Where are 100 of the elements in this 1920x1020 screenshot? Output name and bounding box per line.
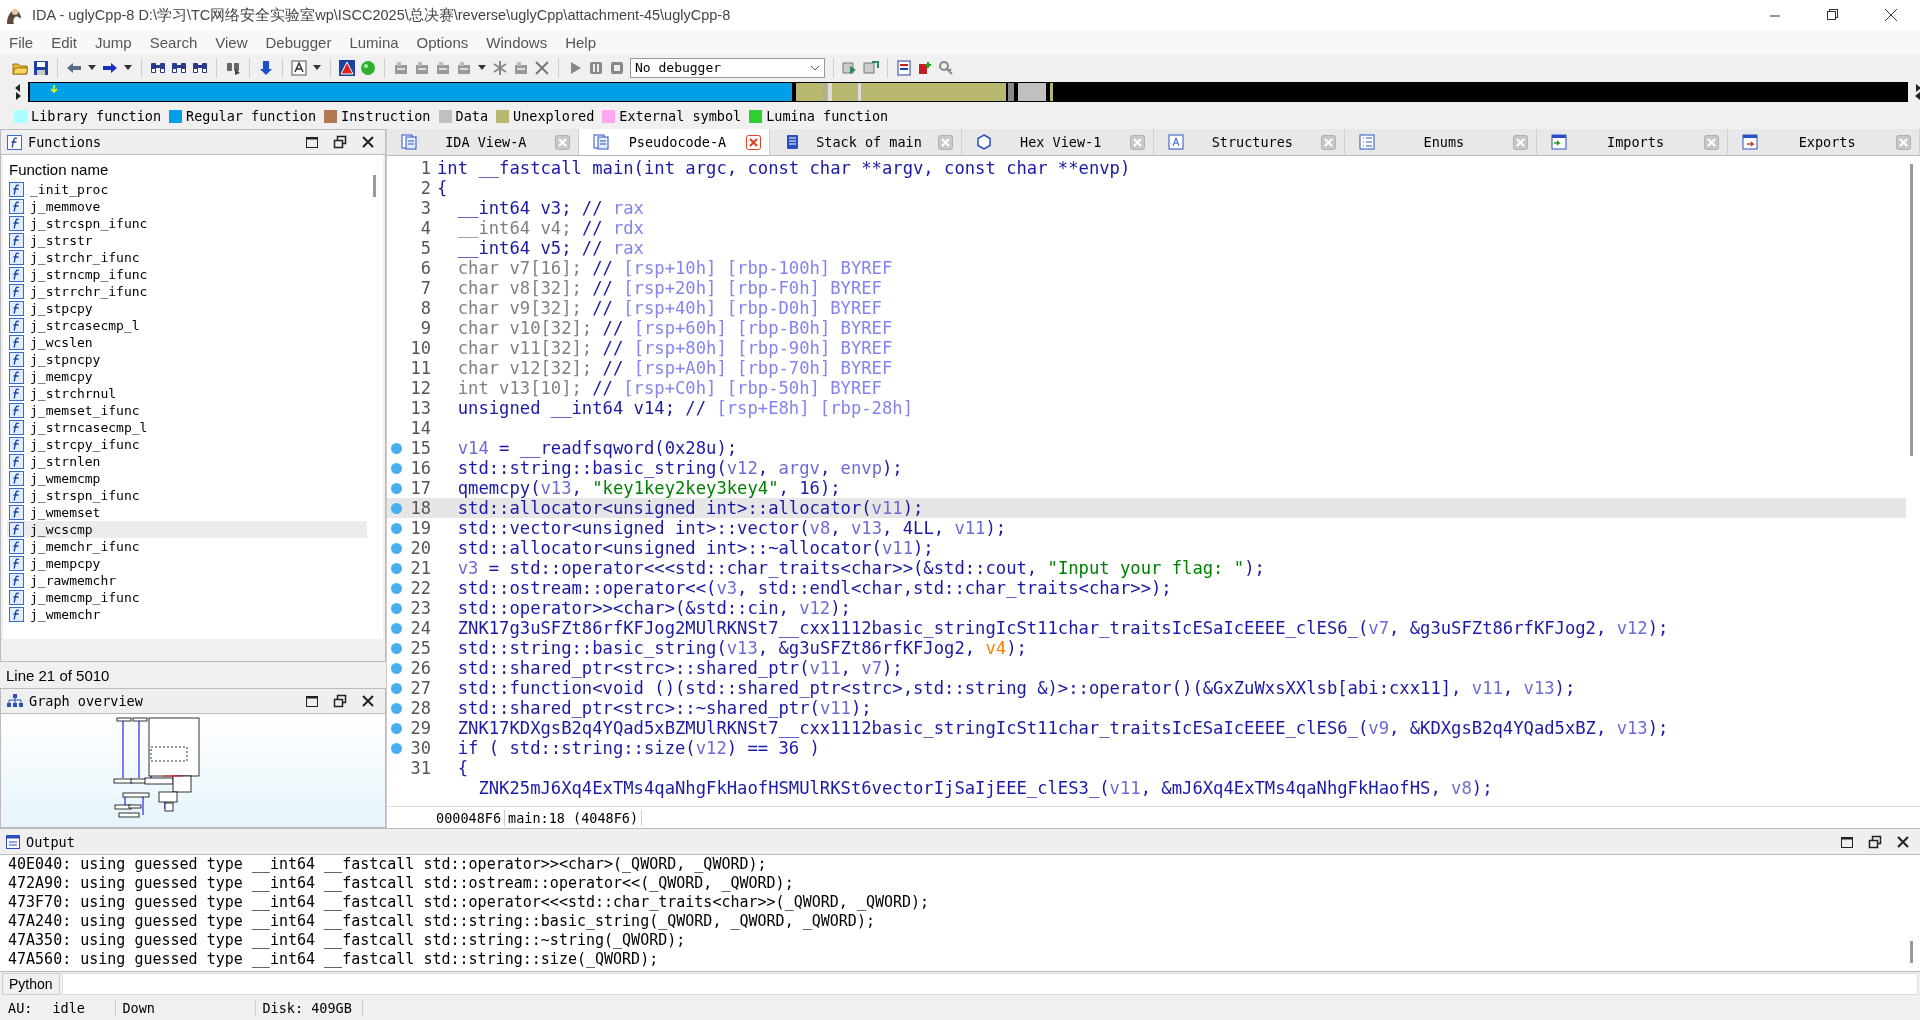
tab[interactable]: Pseudocode-A [578,129,771,155]
breakpoint-dot[interactable] [391,442,402,454]
function-item[interactable]: j_wmemchr [7,606,367,623]
function-item[interactable]: j_strchrnul [7,385,367,402]
breakpoint-dot[interactable] [391,682,402,694]
code-line[interactable]: __int64 v3; // rax [433,198,644,218]
code-line[interactable]: __int64 v4; // rdx [433,218,644,238]
code-line[interactable]: char v11[32]; // [rsp+80h] [rbp-90h] BYREF [433,338,893,358]
breakpoint-dot[interactable] [391,602,402,614]
close-icon[interactable] [1884,8,1898,22]
menu-item[interactable]: Help [556,33,605,51]
code-line[interactable]: std::string::basic_string(v12, argv, envp); [433,458,903,478]
code-line[interactable]: std::operator>><char>(&std::cin, v12); [433,598,851,618]
restore-icon[interactable] [1826,8,1840,22]
breakpoint-dot[interactable] [391,742,402,754]
debug-icon[interactable] [842,59,858,76]
navigation-band[interactable] [28,82,1908,102]
tool-icon[interactable] [414,59,430,76]
code-line[interactable]: std::shared_ptr<strc>::shared_ptr(v11, v7); [433,658,903,678]
tool-icon[interactable] [456,59,472,76]
function-item[interactable]: j_strcspn_ifunc [7,215,367,232]
function-item[interactable]: j_wmemset [7,504,367,521]
function-item[interactable]: j_memcpy [7,368,367,385]
code-line[interactable]: ZNK17KDXgsB2q4YQad5xBZMUlRKNSt7__cxx1112basic_stringIcSt11char_traitsIcESaIcEEEE_clES6_(v9, &KDXgsB2q4YQad5xBZ, v13); [433,718,1669,738]
scrollbar-thumb[interactable] [1910,941,1913,963]
attach-icon[interactable] [863,59,879,76]
code-line[interactable]: int v13[10]; // [rsp+C0h] [rbp-50h] BYREF [433,378,882,398]
function-item[interactable]: j_memchr_ifunc [7,538,367,555]
code-line[interactable]: { [433,758,469,778]
function-item[interactable]: j_memmove [7,198,367,215]
stop-icon[interactable] [609,59,625,76]
code-line[interactable]: char v8[32]; // [rsp+20h] [rbp-F0h] BYREF [433,278,882,298]
code-line[interactable]: int __fastcall main(int argc, const char **argv, const char **envp) [433,158,1131,178]
breakpoint-dot[interactable] [391,722,402,734]
code-line[interactable]: qmemcpy(v13, "key1key2key3key4", 16); [433,478,841,498]
code-line[interactable]: char v7[16]; // [rsp+10h] [rbp-100h] BYREF [433,258,893,278]
function-item[interactable]: j_strncmp_ifunc [7,266,367,283]
menu-item[interactable]: Edit [42,33,87,51]
function-item[interactable]: j_strcasecmp_l [7,317,367,334]
cross-icon[interactable] [534,59,550,76]
breakpoint-dot[interactable] [391,462,402,474]
code-line[interactable]: std::allocator<unsigned int>::allocator(v11); [433,498,924,518]
menu-item[interactable]: View [206,33,257,51]
function-item[interactable]: j_wcslen [7,334,367,351]
menu-item[interactable]: Jump [86,33,141,51]
function-item[interactable]: j_strrchr_ifunc [7,283,367,300]
close-icon[interactable] [361,694,375,708]
menu-item[interactable]: Options [407,33,478,51]
code-line[interactable]: std::allocator<unsigned int>::~allocator(v11); [433,538,934,558]
code-line[interactable]: char v9[32]; // [rsp+40h] [rbp-D0h] BYREF [433,298,882,318]
function-item[interactable]: _init_proc [7,181,367,198]
breakpoint-dot[interactable] [391,482,402,494]
tab[interactable]: IDA View-A [387,129,579,155]
maximize-icon[interactable] [305,135,319,149]
asterisk-icon[interactable] [492,59,508,76]
float-icon[interactable] [333,694,347,708]
function-item[interactable]: j_wmemcmp [7,470,367,487]
pause-icon[interactable] [588,59,604,76]
scroll-arrows-icon[interactable] [14,82,22,102]
function-item[interactable]: j_stpncpy [7,351,367,368]
function-item[interactable]: j_mempcpy [7,555,367,572]
save-icon[interactable] [33,59,49,76]
close-icon[interactable] [361,135,375,149]
code-line[interactable]: char v10[32]; // [rsp+60h] [rbp-B0h] BYREF [433,318,893,338]
function-item[interactable]: j_strspn_ifunc [7,487,367,504]
menu-item[interactable]: File [0,33,43,51]
breakpoint-dot[interactable] [391,642,402,654]
breakpoint-dot[interactable] [391,562,402,574]
tab[interactable]: Enums [1345,129,1537,155]
python-button[interactable]: Python [2,973,60,995]
debugger-dropdown[interactable]: No debugger [630,57,825,78]
list-icon[interactable] [896,59,912,76]
text-box-icon[interactable] [291,59,307,76]
code-line[interactable]: ZNK25mJ6Xq4ExTMs4qaNhgFkHaofHSMUlRKSt6vectorIjSaIjEEE_clES3_(v11, &mJ6Xq4ExTMs4qaNhgFkHaofHS, v8); [433,778,1493,798]
tool-icon[interactable] [513,59,529,76]
plugin-icon[interactable] [917,59,933,76]
tool-icon[interactable] [393,59,409,76]
tab[interactable]: Exports [1728,129,1920,155]
code-line[interactable]: char v12[32]; // [rsp+A0h] [rbp-70h] BYREF [433,358,893,378]
tab[interactable]: Stack of main [770,129,962,155]
maximize-icon[interactable] [1840,834,1854,849]
breakpoint-dot[interactable] [391,542,402,554]
function-item[interactable]: j_strchr_ifunc [7,249,367,266]
menu-item[interactable]: Debugger [256,33,341,51]
float-icon[interactable] [333,135,347,149]
down-arrow-icon[interactable] [258,59,274,76]
breakpoint-dot[interactable] [391,662,402,674]
code-line[interactable]: std::string::basic_string(v13, &g3uSFZt86rfKFJog2, v4); [433,638,1027,658]
menu-item[interactable]: Windows [477,33,557,51]
tool-icon[interactable] [435,59,451,76]
code-line[interactable]: v14 = __readfsqword(0x28u); [433,438,738,458]
command-field[interactable] [61,973,1918,995]
breakpoint-dot[interactable] [391,582,402,594]
breakpoint-dot[interactable] [391,702,402,714]
code-line[interactable]: unsigned __int64 v14; // [rsp+E8h] [rbp-28h] [433,398,913,418]
code-line[interactable]: std::vector<unsigned int>::vector(v8, v13, 4LL, v11); [433,518,1007,538]
code-line[interactable]: std::ostream::operator<<(v3, std::endl<char,std::char_traits<char>>); [433,578,1172,598]
function-item[interactable]: j_strcpy_ifunc [7,436,367,453]
code-line[interactable]: __int64 v5; // rax [433,238,644,258]
menu-item[interactable]: Search [140,33,207,51]
